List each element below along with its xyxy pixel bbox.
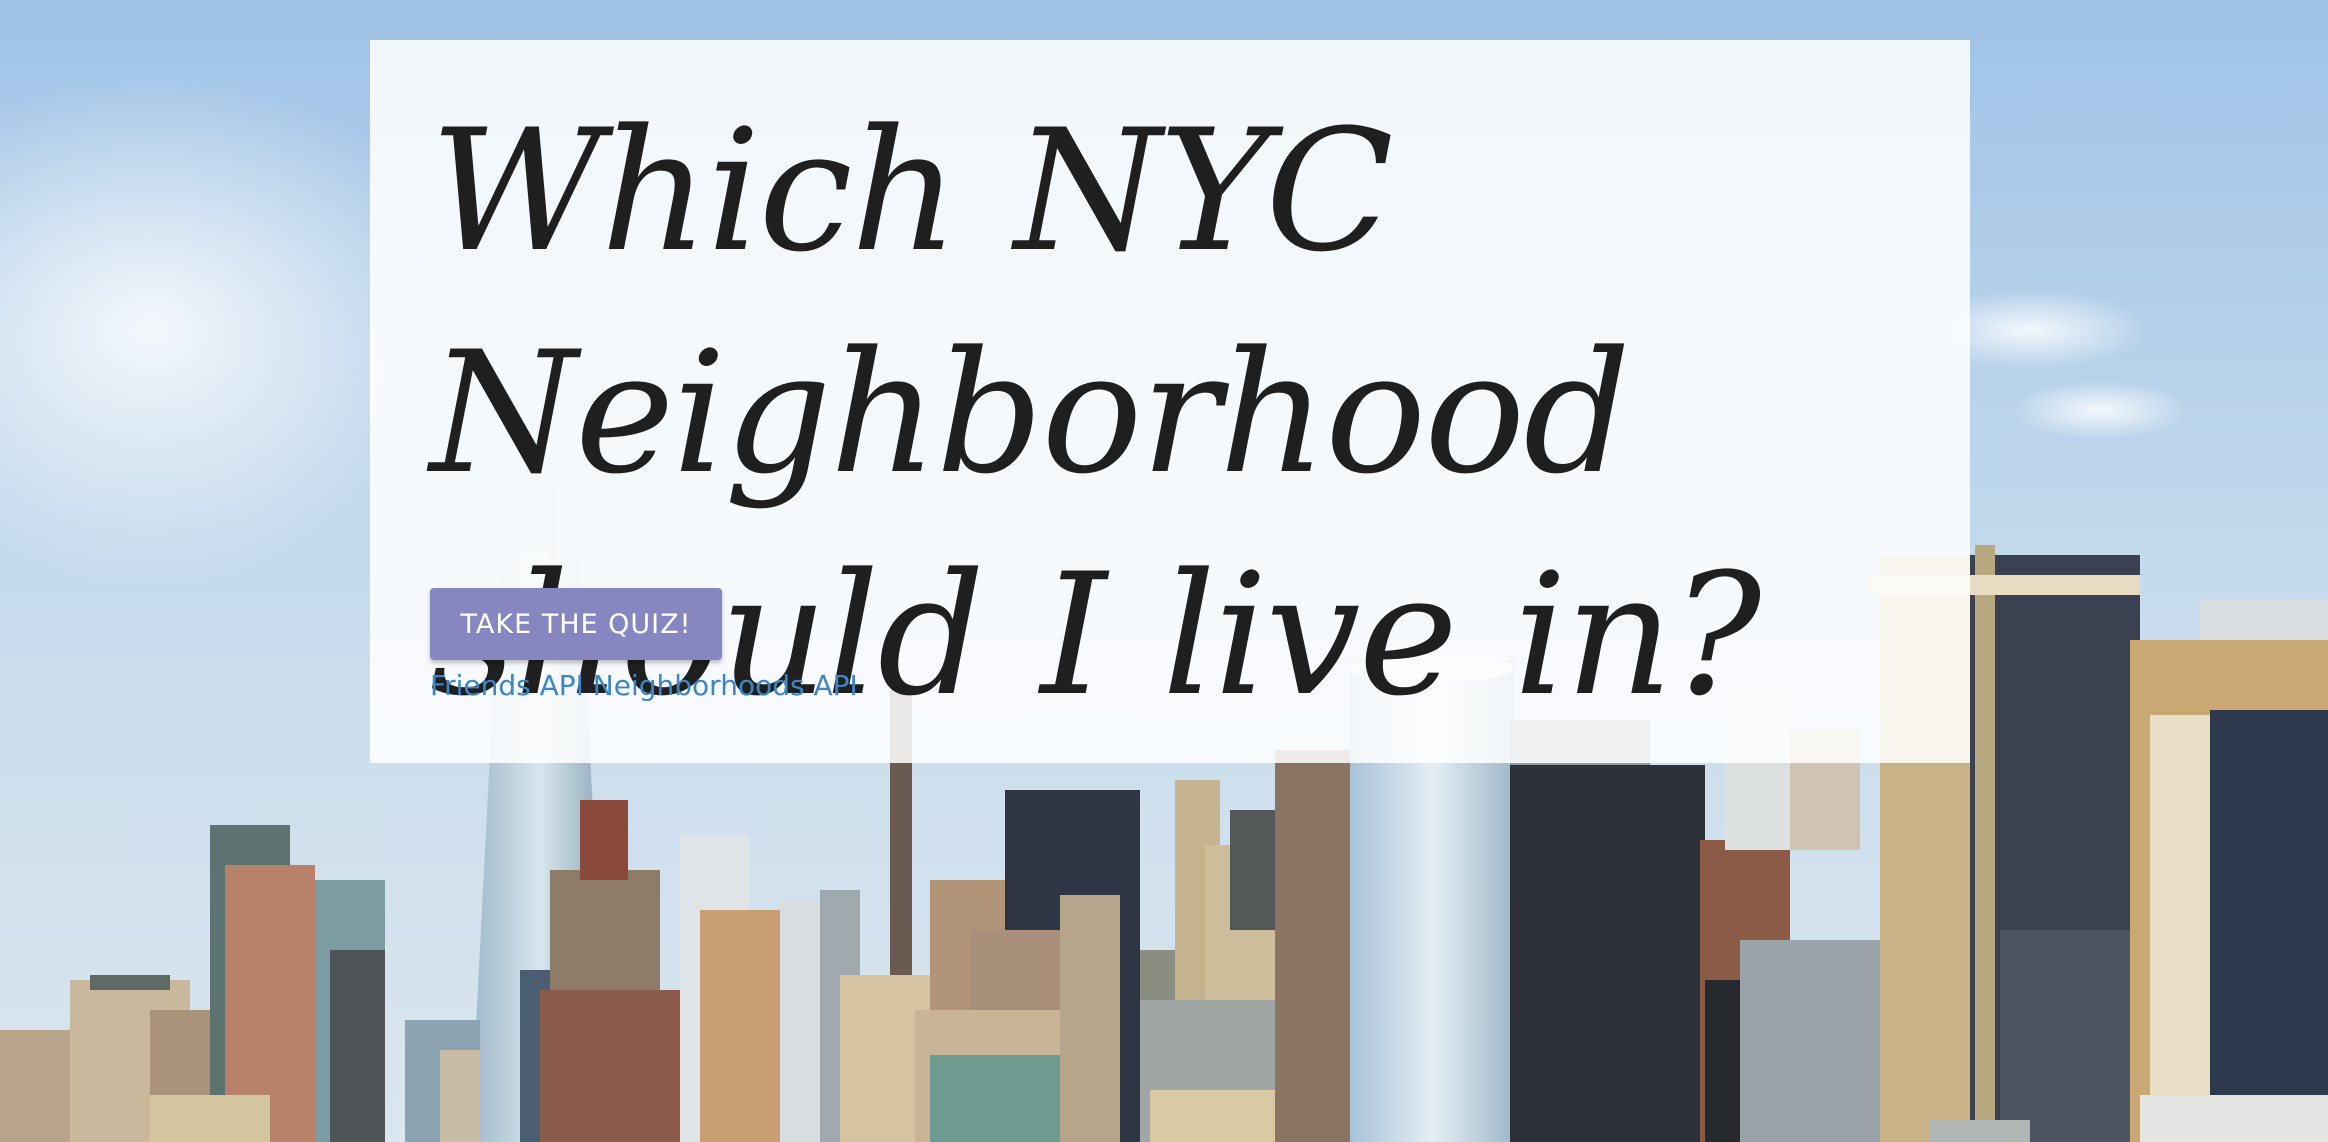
friends-api-link[interactable]: Friends API xyxy=(430,669,584,702)
neighborhoods-api-link[interactable]: Neighborhoods API xyxy=(593,669,858,702)
title-line-1: Which NYC Neighborhood xyxy=(430,93,1631,511)
api-links: Friends API Neighborhoods API xyxy=(430,666,858,706)
take-quiz-button[interactable]: TAKE THE QUIZ! xyxy=(430,588,722,660)
hero-card: Which NYC Neighborhood should I live in? … xyxy=(370,40,1970,763)
